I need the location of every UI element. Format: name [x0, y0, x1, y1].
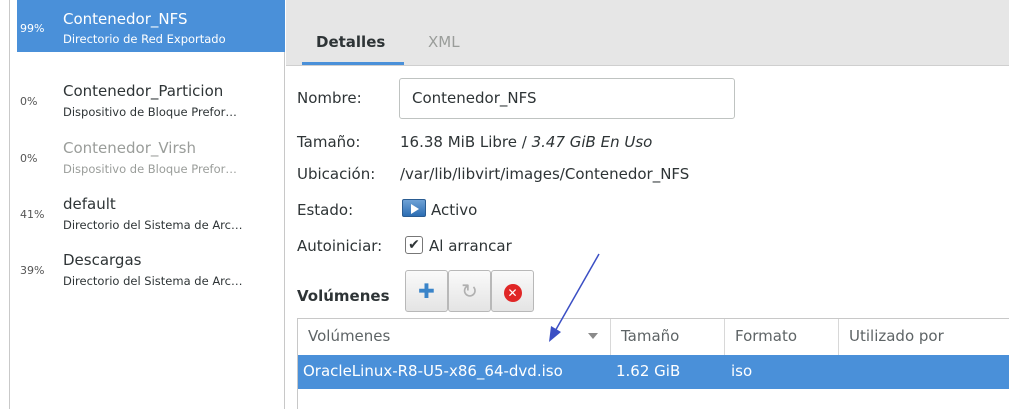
pool-name: Contenedor_Virsh: [63, 139, 196, 157]
pool-description: Dispositivo de Bloque Prefor…: [63, 105, 237, 119]
volume-name-cell: OracleLinux-R8-U5-x86_64-dvd.iso: [303, 362, 563, 380]
refresh-volumes-button[interactable]: ↻: [448, 270, 491, 312]
active-tab-indicator: [302, 62, 404, 65]
pool-description: Directorio del Sistema de Arc…: [63, 274, 243, 288]
tab-details[interactable]: Detalles: [316, 33, 385, 51]
pool-name: Descargas: [63, 251, 142, 269]
size-free-text: 16.38 MiB Libre /: [400, 133, 532, 151]
column-header-format[interactable]: Formato: [725, 319, 839, 355]
pool-item-contenedor-nfs[interactable]: 99% Contenedor_NFS Directorio de Red Exp…: [17, 0, 285, 52]
column-header-size[interactable]: Tamaño: [611, 319, 725, 355]
location-value: /var/lib/libvirt/images/Contenedor_NFS: [400, 165, 690, 183]
add-volume-button[interactable]: ✚: [405, 270, 448, 312]
size-used-text: 3.47 GiB En Uso: [531, 133, 653, 151]
sort-down-icon: [588, 333, 598, 339]
volume-size-cell: 1.62 GiB: [616, 362, 681, 380]
volume-format-cell: iso: [731, 362, 753, 380]
pool-name: default: [63, 195, 116, 213]
table-row[interactable]: OracleLinux-R8-U5-x86_64-dvd.iso 1.62 Gi…: [298, 355, 1009, 389]
pool-usage-percent: 0%: [20, 152, 38, 165]
delete-volume-button[interactable]: ✕: [491, 270, 534, 312]
autostart-label: Autoiniciar:: [297, 237, 383, 255]
pool-name: Contenedor_NFS: [63, 10, 188, 28]
location-label: Ubicación:: [297, 165, 376, 183]
refresh-icon: ↻: [461, 279, 478, 303]
window-frame-left: [0, 0, 17, 409]
pool-usage-percent: 41%: [20, 208, 45, 221]
autostart-value: Al arrancar: [429, 237, 512, 255]
pool-item-default[interactable]: 41% default Directorio del Sistema de Ar…: [17, 193, 285, 245]
state-label: Estado:: [297, 201, 354, 219]
state-running-icon: [402, 199, 426, 217]
tab-xml[interactable]: XML: [428, 33, 460, 51]
pool-usage-percent: 99%: [20, 22, 45, 35]
pool-usage-percent: 0%: [20, 95, 38, 108]
pool-name-field[interactable]: Contenedor_NFS: [399, 78, 735, 119]
autostart-checkbox[interactable]: ✔: [405, 236, 423, 254]
storage-pool-list[interactable]: 99% Contenedor_NFS Directorio de Red Exp…: [17, 0, 285, 409]
pool-item-contenedor-particion[interactable]: 0% Contenedor_Particion Dispositivo de B…: [17, 80, 285, 132]
pool-name: Contenedor_Particion: [63, 82, 224, 100]
name-label: Nombre:: [297, 89, 362, 107]
volumes-table: Volúmenes Tamaño Formato Utilizado por O…: [297, 318, 1009, 409]
pool-usage-percent: 39%: [20, 264, 45, 277]
pool-item-contenedor-virsh[interactable]: 0% Contenedor_Virsh Dispositivo de Bloqu…: [17, 137, 285, 189]
delete-icon: ✕: [503, 283, 522, 302]
add-icon: ✚: [418, 279, 435, 303]
pool-description: Dispositivo de Bloque Prefor…: [63, 162, 237, 176]
column-header-volumes[interactable]: Volúmenes: [298, 319, 611, 355]
volumes-heading: Volúmenes: [297, 287, 390, 305]
state-value: Activo: [431, 201, 478, 219]
pool-description: Directorio de Red Exportado: [63, 32, 226, 46]
pool-item-descargas[interactable]: 39% Descargas Directorio del Sistema de …: [17, 249, 285, 301]
detail-tabs: Detalles XML: [286, 0, 1009, 66]
size-label: Tamaño:: [297, 133, 361, 151]
column-header-used-by[interactable]: Utilizado por: [839, 319, 1009, 355]
size-value: 16.38 MiB Libre / 3.47 GiB En Uso: [400, 133, 652, 151]
pool-description: Directorio del Sistema de Arc…: [63, 218, 243, 232]
